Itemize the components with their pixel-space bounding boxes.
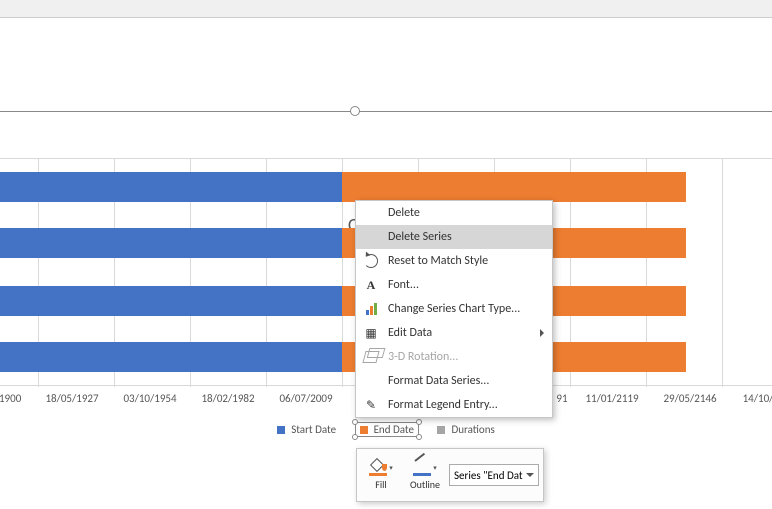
- menu-item-label: Delete Series: [388, 230, 452, 244]
- x-tick: 29/05/2146: [663, 392, 716, 405]
- legend-label: Start Date: [291, 423, 336, 436]
- start-date-bar[interactable]: [0, 228, 342, 258]
- menu-item-label: Change Series Chart Type...: [388, 302, 520, 316]
- chart-element-selector[interactable]: Series "End Dat: [449, 464, 539, 486]
- start-date-bar[interactable]: [0, 172, 342, 202]
- menu-item-label: Format Data Series...: [388, 374, 489, 388]
- menu-item-3d-rotation-disabled: 3-D Rotation...: [356, 345, 552, 369]
- reset-icon: [362, 252, 380, 270]
- format-icon: ✎: [362, 396, 380, 414]
- mini-toolbar[interactable]: ▾ Fill ▾ Outline Series "End Dat: [356, 448, 544, 502]
- menu-item-label: 3-D Rotation...: [388, 350, 458, 364]
- chevron-down-icon: [526, 473, 534, 477]
- bar-row[interactable]: [0, 172, 772, 202]
- x-tick: 11/01/2119: [585, 392, 638, 405]
- legend-entry-start-date[interactable]: Start Date: [277, 423, 336, 436]
- legend-swatch: [360, 426, 368, 434]
- chart-top-selection-line: [0, 111, 772, 112]
- menu-item-label: Reset to Match Style: [388, 254, 488, 268]
- chart-top-selection-handle[interactable]: [350, 106, 360, 116]
- outline-button[interactable]: ▾ Outline: [405, 460, 445, 491]
- x-tick: 03/10/1954: [123, 392, 176, 405]
- legend-entry-durations[interactable]: Durations: [437, 423, 494, 436]
- font-icon: A: [362, 276, 380, 294]
- chevron-down-icon: ▾: [389, 463, 393, 472]
- menu-item-label: Format Legend Entry...: [388, 398, 498, 412]
- menu-item-change-series-chart-type[interactable]: Change Series Chart Type...: [356, 297, 552, 321]
- selection-handle[interactable]: [416, 434, 422, 440]
- menu-item-delete-series[interactable]: Delete Series: [356, 225, 552, 249]
- legend-entry-end-date-selected[interactable]: End Date: [355, 422, 419, 437]
- x-tick: 06/07/2009: [279, 392, 332, 405]
- x-tick: 14/10/: [743, 392, 772, 405]
- menu-item-font[interactable]: A Font...: [356, 273, 552, 297]
- series-context-menu[interactable]: Delete Delete Series Reset to Match Styl…: [355, 200, 553, 418]
- menu-item-delete[interactable]: Delete: [356, 201, 552, 225]
- fill-bucket-icon: [369, 460, 387, 476]
- menu-item-edit-data[interactable]: ▦ Edit Data: [356, 321, 552, 345]
- fill-label: Fill: [375, 478, 386, 491]
- submenu-arrow-icon: [540, 329, 544, 337]
- fill-button[interactable]: ▾ Fill: [361, 460, 401, 491]
- outline-label: Outline: [410, 478, 440, 491]
- legend-swatch: [437, 426, 445, 434]
- x-tick: 91: [556, 392, 567, 405]
- cube-icon: [362, 348, 380, 366]
- menu-item-label: Font...: [388, 278, 419, 292]
- selection-handle[interactable]: [416, 419, 422, 425]
- end-date-bar[interactable]: [342, 172, 686, 202]
- table-icon: ▦: [362, 324, 380, 342]
- menu-item-format-data-series[interactable]: Format Data Series...: [356, 369, 552, 393]
- start-date-bar[interactable]: [0, 286, 342, 316]
- bar-chart-icon: [362, 300, 380, 318]
- menu-item-reset-to-match-style[interactable]: Reset to Match Style: [356, 249, 552, 273]
- x-tick: /1900: [0, 392, 21, 405]
- ribbon-strip: [0, 0, 772, 18]
- menu-item-label: Edit Data: [388, 326, 432, 340]
- menu-item-format-legend-entry[interactable]: ✎ Format Legend Entry...: [356, 393, 552, 417]
- chart-legend[interactable]: Start Date End Date Durations: [0, 422, 772, 437]
- start-date-bar[interactable]: [0, 342, 342, 372]
- x-tick: 18/05/1927: [45, 392, 98, 405]
- menu-item-label: Delete: [388, 206, 420, 220]
- selection-handle[interactable]: [352, 434, 358, 440]
- legend-label: Durations: [451, 423, 494, 436]
- chart-whitespace: [0, 18, 772, 98]
- selection-handle[interactable]: [352, 419, 358, 425]
- legend-label: End Date: [374, 423, 414, 436]
- outline-pen-icon: [413, 460, 431, 476]
- x-tick: 18/02/1982: [201, 392, 254, 405]
- legend-swatch: [277, 426, 285, 434]
- chart-element-selector-value: Series "End Dat: [454, 469, 523, 482]
- chevron-down-icon: ▾: [433, 463, 437, 472]
